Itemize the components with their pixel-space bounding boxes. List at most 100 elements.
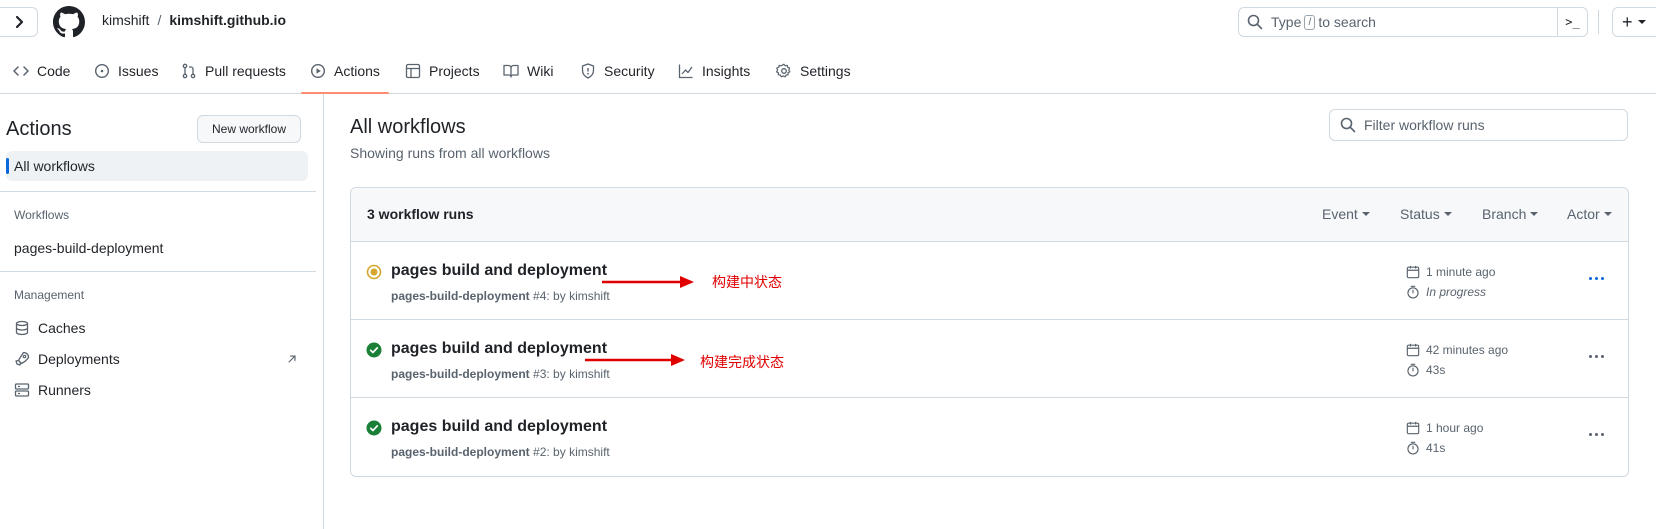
success-check-icon (366, 420, 382, 436)
command-palette-button[interactable]: >_ (1557, 8, 1587, 36)
chevron-down-icon (1443, 212, 1452, 216)
tab-security[interactable]: Security (580, 48, 655, 94)
management-heading: Management (14, 288, 85, 302)
filter-workflow-runs-input[interactable]: Filter workflow runs (1329, 109, 1628, 141)
sidebar-item-label: Runners (38, 382, 91, 398)
sidebar-item-caches[interactable]: Caches (14, 320, 85, 336)
run-duration-text: 43s (1426, 363, 1446, 377)
chevron-down-icon (1530, 212, 1539, 216)
actions-sidebar: Actions New workflow All workflows Workf… (0, 94, 324, 529)
tab-pull-requests[interactable]: Pull requests (181, 48, 286, 94)
issue-icon (94, 63, 110, 79)
run-options-button[interactable] (1585, 268, 1607, 288)
sidebar-item-runners[interactable]: Runners (14, 382, 91, 398)
run-meta: pages-build-deployment #2: by kimshift (391, 445, 610, 459)
repo-owner-link[interactable]: kimshift (102, 12, 149, 28)
tab-label: Issues (118, 63, 159, 79)
annotation-in-progress-label: 构建中状态 (712, 275, 782, 291)
search-icon (1247, 14, 1263, 30)
workflow-runs-list: 3 workflow runs Event Status Branch Acto… (350, 187, 1629, 477)
actor-filter-dropdown[interactable]: Actor (1567, 206, 1612, 222)
page-subtitle: Showing runs from all workflows (350, 145, 550, 161)
dropdown-label: Branch (1482, 206, 1527, 222)
sidebar-item-deployments[interactable]: Deployments (14, 351, 298, 367)
tab-label: Code (37, 63, 71, 79)
calendar-icon (1406, 343, 1420, 357)
run-meta: pages-build-deployment #4: by kimshift (391, 289, 610, 303)
run-options-button[interactable] (1585, 424, 1607, 444)
calendar-icon (1406, 421, 1420, 435)
repo-name-link[interactable]: kimshift.github.io (169, 12, 286, 28)
chevron-right-icon (15, 15, 23, 29)
tab-wiki[interactable]: Wiki (503, 48, 553, 94)
run-actor: kimshift (569, 367, 610, 381)
page-title: All workflows (350, 116, 466, 138)
run-duration-text: In progress (1426, 285, 1487, 299)
sidebar-item-label: Caches (38, 320, 86, 336)
run-duration: 43s (1406, 363, 1445, 377)
pull-request-icon (182, 63, 196, 79)
sidebar-item-all-workflows[interactable]: All workflows (6, 151, 308, 181)
run-workflow-name: pages-build-deployment (391, 445, 530, 459)
breadcrumb: kimshift / kimshift.github.io (102, 12, 286, 28)
tab-actions[interactable]: Actions (310, 48, 380, 94)
github-logo-icon[interactable] (53, 6, 85, 38)
tab-label: Actions (334, 63, 380, 79)
tab-projects[interactable]: Projects (405, 48, 480, 94)
annotation-completed-label: 构建完成状态 (700, 355, 784, 371)
dropdown-label: Event (1322, 206, 1358, 222)
create-new-button[interactable]: + (1612, 7, 1656, 37)
workflow-run-row[interactable]: pages build and deployment pages-build-d… (351, 320, 1628, 398)
event-filter-dropdown[interactable]: Event (1322, 206, 1370, 222)
run-time-text: 1 minute ago (1426, 265, 1496, 279)
dropdown-label: Actor (1567, 206, 1600, 222)
top-bar: kimshift / kimshift.github.io Type / to … (0, 0, 1656, 44)
tab-label: Wiki (527, 63, 554, 79)
workflow-run-row[interactable]: pages build and deployment pages-build-d… (351, 242, 1628, 320)
run-timestamp: 1 hour ago (1406, 421, 1483, 435)
run-number: #2 (533, 445, 547, 459)
run-timestamp: 1 minute ago (1406, 265, 1495, 279)
sidebar-item-label: Deployments (38, 351, 120, 367)
branch-filter-dropdown[interactable]: Branch (1482, 206, 1539, 222)
run-meta: pages-build-deployment #3: by kimshift (391, 367, 610, 381)
run-title-link[interactable]: pages build and deployment (391, 418, 607, 436)
search-input[interactable]: Type / to search >_ (1238, 7, 1588, 37)
run-title-link[interactable]: pages build and deployment (391, 340, 607, 358)
run-timestamp: 42 minutes ago (1406, 343, 1508, 357)
search-icon (1340, 117, 1356, 133)
tab-settings[interactable]: Settings (776, 48, 851, 94)
chevron-down-icon (1361, 212, 1370, 216)
run-workflow-name: pages-build-deployment (391, 289, 530, 303)
external-link-icon (288, 355, 296, 363)
new-workflow-button[interactable]: New workflow (197, 115, 301, 143)
run-time-text: 42 minutes ago (1426, 343, 1509, 357)
tab-issues[interactable]: Issues (94, 48, 158, 94)
chevron-down-icon (1603, 212, 1612, 216)
code-icon (13, 66, 29, 76)
search-suffix: to search (1318, 14, 1376, 30)
workflow-run-row[interactable]: pages build and deployment pages-build-d… (351, 398, 1628, 476)
status-filter-dropdown[interactable]: Status (1400, 206, 1452, 222)
run-options-button[interactable] (1585, 346, 1607, 366)
run-actor: kimshift (569, 445, 610, 459)
success-check-icon (366, 342, 382, 358)
run-duration: In progress (1406, 285, 1486, 299)
run-title-link[interactable]: pages build and deployment (391, 262, 607, 280)
run-actor: kimshift (569, 289, 610, 303)
sidebar-title: Actions (6, 118, 72, 140)
runs-list-header: 3 workflow runs Event Status Branch Acto… (351, 188, 1628, 242)
shield-icon (581, 63, 595, 79)
annotation-arrow (602, 276, 694, 288)
tab-code[interactable]: Code (13, 48, 70, 94)
database-icon (15, 320, 29, 336)
sidebar-toggle-button[interactable] (0, 7, 38, 37)
play-icon (310, 63, 326, 79)
tab-insights[interactable]: Insights (678, 48, 750, 94)
tab-label: Settings (800, 63, 851, 79)
breadcrumb-separator: / (157, 12, 162, 28)
run-duration: 41s (1406, 441, 1445, 455)
sidebar-item-pages-build-deployment[interactable]: pages-build-deployment (14, 240, 163, 256)
rocket-icon (15, 351, 30, 366)
run-workflow-name: pages-build-deployment (391, 367, 530, 381)
